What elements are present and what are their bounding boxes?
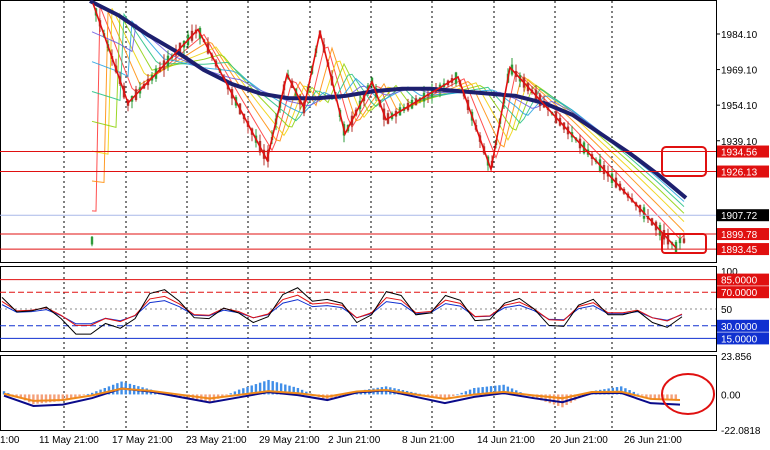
macd-histogram-bar bbox=[641, 394, 644, 396]
macd-axis: 23.856 0.00 -22.0818 bbox=[721, 352, 761, 437]
rsi-panel[interactable]: 10085.000070.00005030.000015.0000 bbox=[0, 266, 769, 352]
time-axis: 1:00 11 May 21:00 17 May 21:00 23 May 21:00… bbox=[0, 435, 682, 446]
macd-histogram-bar bbox=[78, 394, 81, 397]
price-panel[interactable]: 1934.56 1926.13 1899.78 1893.45 1907.72 1984… bbox=[0, 0, 769, 263]
time-tick-label: 8 Jun 21:00 bbox=[402, 435, 455, 446]
macd-histogram-bar bbox=[233, 391, 237, 395]
level-label: 1934.56 bbox=[721, 148, 758, 159]
time-tick-label: 2 Jun 21:00 bbox=[328, 435, 381, 446]
macd-histogram-bar bbox=[40, 394, 43, 404]
rsi-tick-label: 70.0000 bbox=[721, 288, 758, 299]
time-tick-label: 11 May 21:00 bbox=[39, 435, 99, 446]
macd-histogram-bar bbox=[468, 389, 472, 395]
macd-histogram-bar bbox=[36, 394, 39, 404]
macd-tick-label: 23.856 bbox=[721, 352, 752, 363]
macd-histogram-bar bbox=[82, 394, 85, 396]
rsi-axis: 10085.000070.00005030.000015.0000 bbox=[717, 267, 769, 345]
current-price-label: 1907.72 bbox=[721, 211, 758, 222]
trading-chart[interactable]: 1934.56 1926.13 1899.78 1893.45 1907.72 1984… bbox=[0, 0, 770, 450]
level-label: 1926.13 bbox=[721, 168, 758, 179]
rsi-tick-label: 15.0000 bbox=[721, 334, 758, 345]
price-panel-frame bbox=[0, 0, 717, 263]
macd-tick-label: 0.00 bbox=[721, 390, 741, 401]
candle-body bbox=[90, 236, 94, 245]
time-tick-label: 26 Jun 21:00 bbox=[624, 435, 682, 446]
candle-body bbox=[678, 238, 682, 244]
macd-histogram-bar bbox=[452, 394, 455, 397]
level-label: 1893.45 bbox=[721, 245, 758, 256]
price-tick-label: 1984.10 bbox=[721, 30, 758, 41]
rsi-tick-label: 85.0000 bbox=[721, 276, 758, 287]
macd-tick-label: -22.0818 bbox=[721, 426, 761, 437]
candle-body bbox=[682, 238, 686, 243]
macd-histogram-bar bbox=[32, 394, 35, 405]
macd-histogram-bar bbox=[456, 394, 459, 396]
macd-histogram-bar bbox=[86, 393, 90, 395]
macd-histogram-bar bbox=[464, 391, 468, 395]
time-tick-label: 29 May 21:00 bbox=[259, 435, 320, 446]
macd-histogram-bar bbox=[229, 393, 232, 395]
level-label: 1899.78 bbox=[721, 230, 758, 241]
price-tick-label: 1939.10 bbox=[721, 137, 758, 148]
macd-histogram-bar bbox=[636, 393, 640, 395]
macd-panel[interactable]: 23.856 0.00 -22.0818 bbox=[0, 352, 761, 437]
macd-histogram-bar bbox=[552, 394, 556, 405]
macd-histogram-bar bbox=[460, 392, 463, 395]
rsi-tick-label: 30.0000 bbox=[721, 322, 758, 333]
price-tick-label: 1954.10 bbox=[721, 101, 758, 112]
macd-histogram-bar bbox=[548, 394, 552, 404]
time-tick-label: 17 May 21:00 bbox=[112, 435, 173, 446]
macd-histogram-bar bbox=[557, 394, 560, 406]
time-tick-label: 23 May 21:00 bbox=[186, 435, 247, 446]
macd-histogram-bar bbox=[225, 394, 228, 396]
price-tick-label: 1969.10 bbox=[721, 66, 758, 77]
macd-histogram-bar bbox=[561, 394, 564, 408]
rsi-tick-label: 50 bbox=[721, 305, 733, 316]
time-tick-label: 1:00 bbox=[0, 435, 20, 446]
time-tick-label: 14 Jun 21:00 bbox=[477, 435, 535, 446]
macd-histogram-bar bbox=[237, 389, 241, 395]
price-axis: 1984.10 1969.10 1954.10 1939.10 bbox=[716, 30, 758, 148]
time-tick-label: 20 Jun 21:00 bbox=[550, 435, 608, 446]
macd-histogram-bar bbox=[473, 387, 476, 395]
